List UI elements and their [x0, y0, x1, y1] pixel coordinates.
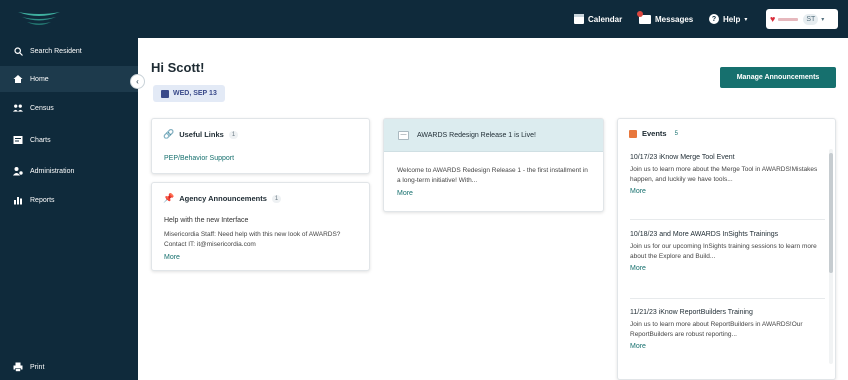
- events-header: Events 5: [629, 129, 681, 138]
- awards-logo[interactable]: [16, 8, 62, 30]
- pep-behavior-support-link[interactable]: PEP/Behavior Support: [164, 155, 234, 162]
- census-icon: [13, 103, 23, 113]
- search-icon: [13, 46, 23, 56]
- search-resident-button[interactable]: Search Resident: [0, 38, 138, 64]
- print-label: Print: [30, 363, 45, 371]
- card-title: Useful Links: [179, 130, 224, 139]
- sidebar-item-home[interactable]: Home: [0, 66, 138, 92]
- count-badge: 1: [271, 194, 282, 203]
- events-card: Events 5 10/17/23 iKnow Merge Tool Event…: [617, 118, 836, 380]
- count-badge: 1: [228, 130, 239, 139]
- divider: [630, 298, 825, 299]
- print-button[interactable]: Print: [0, 354, 138, 380]
- event-item: 11/21/23 iKnow ReportBuilders Training J…: [630, 308, 820, 350]
- more-link[interactable]: More: [397, 190, 413, 197]
- event-body: Join us to learn more about the Merge To…: [630, 166, 818, 183]
- chevron-left-icon: ‹: [136, 77, 139, 86]
- messages-label: Messages: [655, 14, 694, 24]
- sidebar: Search Resident Home Census Charts Admin…: [0, 38, 138, 380]
- announcement-heading: Help with the new Interface: [164, 217, 249, 224]
- release-title: AWARDS Redesign Release 1 is Live!: [417, 131, 536, 139]
- calendar-icon: [161, 89, 169, 98]
- agency-announcements-header: 📌 Agency Announcements 1: [163, 193, 282, 204]
- useful-links-header: 🔗 Useful Links 1: [163, 129, 239, 140]
- pin-icon: 📌: [163, 193, 175, 203]
- event-body: Join us to learn more about ReportBuilde…: [630, 321, 803, 338]
- messages-icon: [637, 10, 651, 24]
- calendar-icon: [574, 14, 584, 24]
- release-body: Welcome to AWARDS Redesign Release 1 - t…: [397, 167, 588, 184]
- notification-dot: [637, 10, 643, 17]
- card-title: Events: [642, 129, 667, 138]
- link-icon: 🔗: [163, 129, 175, 139]
- collapse-sidebar-button[interactable]: ‹: [130, 74, 145, 89]
- main-content: Hi Scott! WED, SEP 13 Manage Announcemen…: [138, 38, 848, 380]
- more-link[interactable]: More: [630, 265, 820, 272]
- user-initials: ST: [803, 13, 819, 25]
- announcement-body: Misericordia Staff: Need help with this …: [164, 231, 341, 248]
- calendar-link[interactable]: Calendar: [574, 11, 622, 27]
- agency-logo-icon: ♥: [770, 13, 776, 24]
- date-label: WED, SEP 13: [173, 90, 217, 97]
- administration-icon: [13, 166, 23, 176]
- sidebar-item-label: Census: [30, 104, 54, 112]
- messages-link[interactable]: Messages: [637, 10, 694, 27]
- top-bar: Calendar Messages ? Help ▾ ♥ ST ▾: [0, 0, 848, 38]
- help-icon: ?: [709, 14, 719, 24]
- sidebar-item-charts[interactable]: Charts: [0, 127, 138, 153]
- help-menu[interactable]: ? Help ▾: [709, 11, 747, 27]
- more-link[interactable]: More: [630, 343, 820, 350]
- sidebar-item-reports[interactable]: Reports: [0, 187, 138, 213]
- more-link[interactable]: More: [630, 188, 820, 195]
- more-link[interactable]: More: [164, 254, 180, 261]
- page-title: Hi Scott!: [151, 60, 205, 75]
- user-menu[interactable]: ♥ ST ▾: [766, 9, 838, 29]
- agency-announcements-card: 📌 Agency Announcements 1 Help with the n…: [151, 182, 370, 271]
- sidebar-item-label: Home: [30, 75, 49, 83]
- sidebar-item-label: Charts: [30, 136, 51, 144]
- event-body: Join us for our upcoming InSights traini…: [630, 243, 817, 260]
- divider: [630, 219, 825, 220]
- event-title: 10/18/23 and More AWARDS InSights Traini…: [630, 231, 779, 238]
- release-announcement-card: — AWARDS Redesign Release 1 is Live! Wel…: [383, 118, 604, 212]
- home-icon: [13, 74, 23, 84]
- event-item: 10/18/23 and More AWARDS InSights Traini…: [630, 230, 820, 272]
- date-badge: WED, SEP 13: [153, 85, 225, 102]
- sidebar-item-label: Reports: [30, 196, 55, 204]
- printer-icon: [13, 362, 23, 372]
- announcement-icon: —: [398, 130, 409, 140]
- release-header: — AWARDS Redesign Release 1 is Live!: [384, 119, 603, 152]
- chevron-down-icon: ▾: [821, 16, 825, 23]
- event-title: 10/17/23 iKnow Merge Tool Event: [630, 154, 735, 161]
- search-resident-label: Search Resident: [30, 47, 82, 55]
- calendar-label: Calendar: [588, 14, 623, 24]
- card-title: Agency Announcements: [179, 194, 267, 203]
- chevron-down-icon: ▾: [744, 16, 748, 23]
- sidebar-item-label: Administration: [30, 167, 75, 175]
- sidebar-item-census[interactable]: Census: [0, 95, 138, 121]
- agency-logo-mark: [778, 17, 799, 21]
- scrollbar-thumb[interactable]: [829, 153, 833, 273]
- count-badge: 5: [674, 130, 678, 137]
- reports-icon: [13, 195, 23, 205]
- event-title: 11/21/23 iKnow ReportBuilders Training: [630, 309, 753, 316]
- event-item: 10/17/23 iKnow Merge Tool Event Join us …: [630, 153, 820, 195]
- help-label: Help: [723, 14, 741, 24]
- manage-announcements-button[interactable]: Manage Announcements: [720, 67, 836, 88]
- events-icon: [629, 129, 637, 138]
- charts-icon: [13, 135, 23, 145]
- useful-links-card: 🔗 Useful Links 1 PEP/Behavior Support: [151, 118, 370, 174]
- sidebar-item-administration[interactable]: Administration: [0, 158, 138, 184]
